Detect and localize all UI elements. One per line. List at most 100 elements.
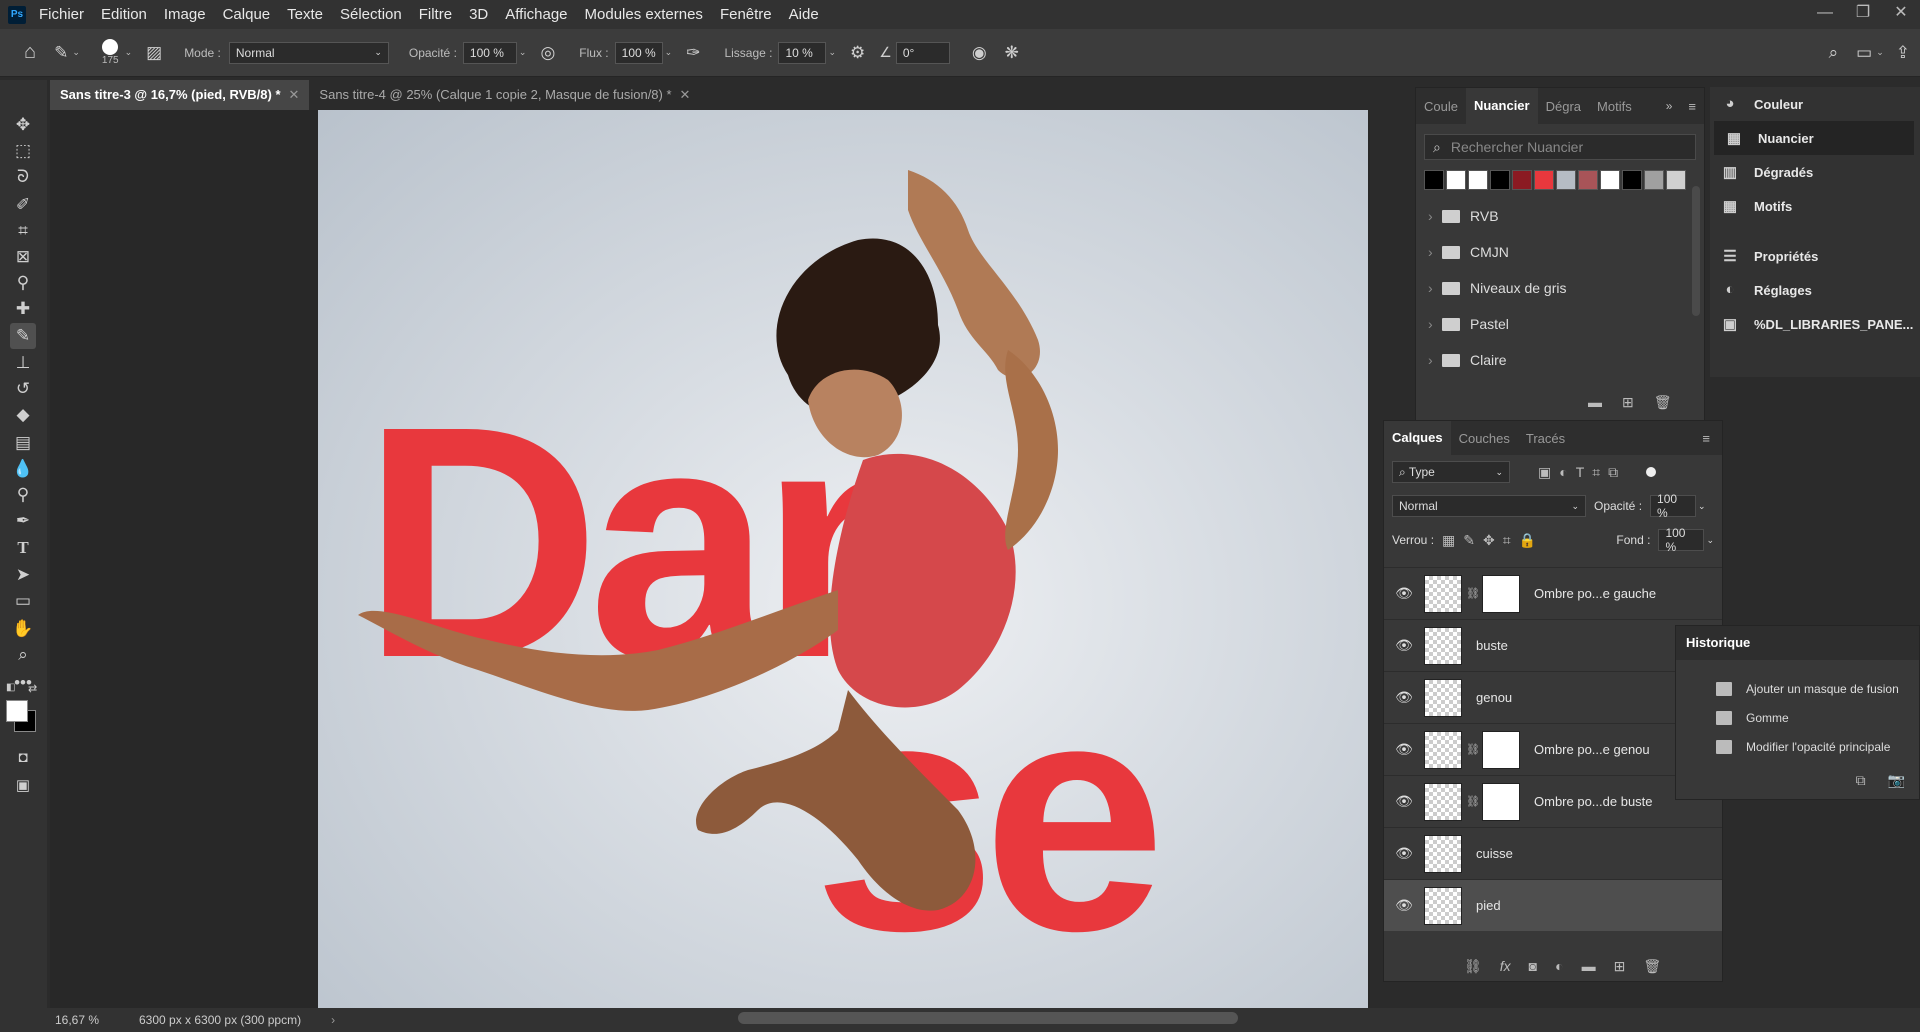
filter-smart-object-icon[interactable]: ⧉ (1608, 464, 1618, 481)
color-swatch[interactable] (1578, 170, 1598, 190)
swatch-folder[interactable]: › RVB (1416, 198, 1704, 234)
eyedropper-tool-icon[interactable]: ⚲ (10, 270, 36, 296)
dock-item-motifs[interactable]: ▦ Motifs (1710, 189, 1920, 223)
visibility-eye-icon[interactable]: 👁 (1384, 689, 1424, 706)
blend-mode-select[interactable]: Normal ⌄ (1392, 495, 1586, 517)
menu-modules-externes[interactable]: Modules externes (585, 6, 703, 23)
swatches-scrollbar[interactable] (1692, 186, 1700, 316)
snapshot-camera-icon[interactable]: 📷 (1888, 772, 1905, 789)
add-mask-icon[interactable]: ◙ (1529, 958, 1537, 975)
fill-field[interactable]: 100 % (1658, 526, 1705, 554)
visibility-eye-icon[interactable]: 👁 (1384, 793, 1424, 810)
lock-all-icon[interactable]: 🔒 (1519, 532, 1536, 549)
layer-row[interactable]: 👁 cuisse (1384, 827, 1722, 879)
angle-field[interactable]: 0° (895, 41, 950, 64)
filter-adjustment-icon[interactable]: ◐ (1559, 464, 1567, 480)
smoothing-settings-icon[interactable]: ⚙ (850, 43, 865, 63)
panel-expand-icon[interactable]: » (1658, 99, 1681, 113)
menu-aide[interactable]: Aide (789, 6, 819, 23)
status-chevron-icon[interactable]: › (331, 1013, 335, 1027)
menu-texte[interactable]: Texte (287, 6, 323, 23)
dock-item-nuancier[interactable]: ▦ Nuancier (1714, 121, 1914, 155)
zoom-tool-icon[interactable]: ⌕ (10, 642, 36, 668)
swatch-folder[interactable]: › Niveaux de gris (1416, 270, 1704, 306)
lock-transparency-icon[interactable]: ▦ (1442, 532, 1455, 549)
swatch-folder[interactable]: › CMJN (1416, 234, 1704, 270)
dock-item-libraries[interactable]: ▣ %DL_LIBRARIES_PANE... (1710, 307, 1920, 341)
swatch-folder[interactable]: › Claire (1416, 342, 1704, 378)
blur-tool-icon[interactable]: 💧 (10, 456, 36, 482)
filter-text-icon[interactable]: T (1576, 464, 1585, 480)
tab-couches[interactable]: Couches (1451, 431, 1518, 446)
color-swatch[interactable] (1446, 170, 1466, 190)
brush-tool-icon[interactable]: ✎ (54, 43, 68, 63)
link-layers-icon[interactable]: ⛓ (1464, 958, 1482, 975)
chevron-right-icon[interactable]: › (1428, 208, 1442, 224)
history-state[interactable]: Ajouter un masque de fusion (1676, 674, 1919, 703)
path-selection-tool-icon[interactable]: ➤ (10, 562, 36, 588)
close-tab-icon[interactable]: ✕ (680, 87, 691, 102)
menu-selection[interactable]: Sélection (340, 6, 402, 23)
doc-tab[interactable]: Sans titre-4 @ 25% (Calque 1 copie 2, Ma… (309, 80, 700, 110)
color-swatch[interactable] (1666, 170, 1686, 190)
color-swatch[interactable] (1600, 170, 1620, 190)
menu-image[interactable]: Image (164, 6, 206, 23)
filter-pixel-icon[interactable]: ▣ (1538, 464, 1551, 481)
search-icon[interactable]: ⌕ (1829, 43, 1839, 63)
dock-item-degrades[interactable]: ▥ Dégradés (1710, 155, 1920, 189)
panel-menu-icon[interactable]: ≡ (1680, 99, 1704, 114)
dock-item-couleur[interactable]: ◕ Couleur (1710, 87, 1920, 121)
layer-row[interactable]: 👁 genou (1384, 671, 1722, 723)
chevron-down-icon[interactable]: ⌄ (125, 47, 133, 58)
menu-filtre[interactable]: Filtre (419, 6, 452, 23)
marquee-tool-icon[interactable]: ⬚ (10, 138, 36, 164)
tab-couleur[interactable]: Coule (1416, 99, 1466, 114)
menu-fichier[interactable]: Fichier (39, 6, 84, 23)
move-tool-icon[interactable]: ✥ (10, 112, 36, 138)
menu-edition[interactable]: Edition (101, 6, 147, 23)
chevron-down-icon[interactable]: ⌄ (519, 47, 527, 58)
quick-selection-tool-icon[interactable]: ✐ (10, 192, 36, 218)
menu-affichage[interactable]: Affichage (505, 6, 567, 23)
layer-filter-select[interactable]: ⌕ Type ⌄ (1392, 461, 1510, 483)
dodge-tool-icon[interactable]: ⚲ (10, 482, 36, 508)
layer-row[interactable]: 👁 buste (1384, 619, 1722, 671)
dock-item-proprietes[interactable]: ☰ Propriétés (1710, 239, 1920, 273)
brush-tool-icon[interactable]: ✎ (10, 323, 36, 349)
chevron-down-icon[interactable]: ⌄ (665, 47, 673, 58)
new-group-icon[interactable]: ▬ (1588, 394, 1602, 411)
share-icon[interactable]: ⇪ (1896, 43, 1910, 63)
visibility-eye-icon[interactable]: 👁 (1384, 845, 1424, 862)
screen-mode-icon[interactable]: ▣ (10, 772, 36, 798)
symmetry-icon[interactable]: ❋ (1005, 43, 1019, 63)
color-swatch[interactable] (1534, 170, 1554, 190)
tab-traces[interactable]: Tracés (1518, 431, 1573, 446)
clone-stamp-tool-icon[interactable]: ⊥ (10, 350, 36, 376)
color-swatch[interactable] (1490, 170, 1510, 190)
chevron-down-icon[interactable]: ⌄ (1706, 535, 1714, 546)
opacity-field[interactable]: 100 % (462, 41, 517, 64)
text-tool-icon[interactable]: T (10, 535, 36, 561)
tab-degrades[interactable]: Dégra (1538, 99, 1589, 114)
minimize-icon[interactable]: — (1806, 0, 1844, 29)
foreground-color-swatch[interactable] (6, 700, 28, 722)
frame-tool-icon[interactable]: ⊠ (10, 244, 36, 270)
mask-link-icon[interactable]: ⛓ (1466, 743, 1480, 756)
pressure-size-icon[interactable]: ◉ (972, 43, 987, 63)
workspace-icon[interactable]: ▭ (1856, 43, 1872, 63)
default-colors-icon[interactable]: ◧ (6, 682, 15, 693)
crop-tool-icon[interactable]: ⌗ (10, 218, 36, 244)
restore-icon[interactable]: ❐ (1844, 0, 1882, 29)
lock-position-icon[interactable]: ✥ (1483, 532, 1495, 549)
quick-mask-icon[interactable]: ◘ (10, 744, 36, 770)
new-group-icon[interactable]: ▬ (1582, 958, 1596, 975)
dock-item-reglages[interactable]: ◐ Réglages (1710, 273, 1920, 307)
visibility-eye-icon[interactable]: 👁 (1384, 897, 1424, 914)
flux-field[interactable]: 100 % (614, 41, 663, 64)
swap-colors-icon[interactable]: ⇄ (28, 682, 37, 695)
tab-nuancier[interactable]: Nuancier (1465, 88, 1538, 124)
home-icon[interactable]: ⌂ (24, 41, 36, 64)
history-state[interactable]: Modifier l'opacité principale (1676, 732, 1919, 761)
zoom-level[interactable]: 16,67 % (55, 1013, 125, 1027)
chevron-down-icon[interactable]: ⌄ (1698, 501, 1706, 512)
